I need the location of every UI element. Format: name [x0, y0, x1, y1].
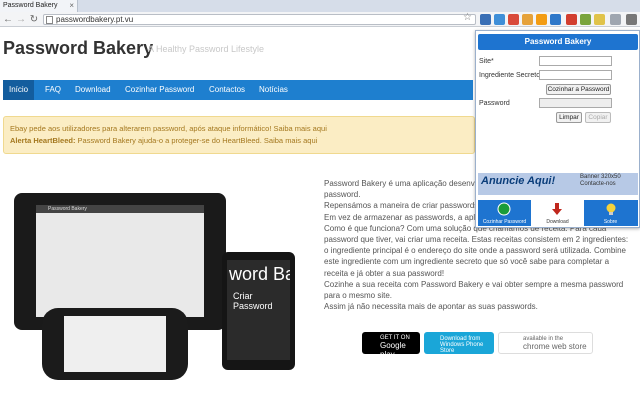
- alert-prefix: Alerta HeartBleed:: [10, 136, 76, 145]
- extension-icon[interactable]: [566, 14, 577, 25]
- windows-phone-store-badge[interactable]: Download from Windows Phone Store: [424, 332, 494, 354]
- nav-item-download[interactable]: Download: [69, 80, 117, 100]
- ad-side-line: Banner 320x50: [580, 174, 621, 180]
- browser-window: Password Bakery × ← → ↻ passwordbakery.p…: [0, 0, 640, 400]
- alert-text: Password Bakery ajuda-o a proteger-se do…: [77, 136, 262, 145]
- password-label: Password: [479, 100, 510, 107]
- address-bar[interactable]: passwordbakery.pt.vu: [43, 14, 476, 25]
- forward-icon[interactable]: →: [15, 13, 27, 26]
- main-navbar: Início FAQ Download Cozinhar Password Co…: [3, 80, 473, 100]
- desc-paragraph: Cozinhe a sua receita com Password Baker…: [324, 279, 624, 301]
- nav-item-inicio[interactable]: Início: [3, 80, 35, 100]
- footer-label: Download: [546, 219, 569, 225]
- extension-icon[interactable]: [580, 14, 591, 25]
- android-phone-image: [42, 308, 188, 380]
- browser-tab[interactable]: Password Bakery ×: [0, 0, 78, 12]
- extension-icon[interactable]: [494, 14, 505, 25]
- google-play-badge[interactable]: GET IT ON Google play: [362, 332, 420, 359]
- footer-label: Cozinhar Password: [482, 219, 527, 225]
- tablet-app-bar: Password Bakery: [36, 205, 204, 213]
- rss-icon[interactable]: [536, 14, 547, 25]
- site-tagline: A Healthy Password Lifestyle: [148, 44, 265, 54]
- alert-line-2: Alerta HeartBleed: Password Bakery ajuda…: [10, 135, 468, 147]
- copy-button[interactable]: Copiar: [585, 112, 611, 123]
- lightbulb-icon: [606, 203, 616, 215]
- alert-line-1: Ebay pede aos utilizadores para alterare…: [10, 123, 468, 135]
- footer-label: Sobre: [603, 219, 618, 225]
- clear-button[interactable]: Limpar: [556, 112, 582, 123]
- tab-bar: Password Bakery ×: [0, 0, 640, 12]
- url-text: passwordbakery.pt.vu: [56, 15, 134, 24]
- badge-text: Windows Phone Store: [440, 342, 484, 354]
- site-input[interactable]: [539, 56, 612, 66]
- page-icon: [46, 16, 53, 24]
- nav-item-noticias[interactable]: Notícias: [253, 80, 294, 100]
- desc-paragraph: Assim já não necessita mais de apontar a…: [324, 302, 538, 312]
- nav-item-cozinhar-password[interactable]: Cozinhar Password: [119, 80, 200, 100]
- secret-input[interactable]: [539, 70, 612, 80]
- extension-icon[interactable]: [508, 14, 519, 25]
- tab-title: Password Bakery: [3, 2, 58, 9]
- reload-icon[interactable]: ↻: [28, 13, 40, 26]
- tablet-screen: Password Bakery: [36, 205, 204, 317]
- secret-label: Ingrediente Secreto*: [479, 72, 543, 79]
- extension-icon[interactable]: [480, 14, 491, 25]
- footer-cozinhar-password[interactable]: Cozinhar Password: [478, 200, 531, 226]
- extension-icon[interactable]: [610, 14, 621, 25]
- phone-app-subtitle: Criar Password: [233, 291, 273, 311]
- back-icon[interactable]: ←: [2, 13, 14, 26]
- cook-password-button[interactable]: Cozinhar a Password: [546, 84, 611, 95]
- phone-screen: [64, 316, 166, 372]
- popup-footer: Cozinhar Password Download Sobre: [478, 200, 638, 226]
- alert-text: Ebay pede aos utilizadores para alterare…: [10, 124, 272, 133]
- menu-icon[interactable]: [626, 14, 637, 25]
- site-title: Password Bakery: [3, 38, 154, 58]
- phone-app-title: word Bake: [229, 264, 290, 284]
- footer-sobre[interactable]: Sobre: [584, 200, 637, 226]
- site-label: Site*: [479, 58, 494, 65]
- news-alert: Ebay pede aos utilizadores para alterare…: [3, 116, 475, 154]
- desc-paragraph: Como é que funciona? Com uma solução que…: [324, 223, 629, 278]
- browser-toolbar: ← → ↻ passwordbakery.pt.vu ☆: [0, 12, 640, 27]
- popup-title: Password Bakery: [478, 34, 638, 50]
- badge-big-text: chrome web store: [523, 342, 587, 351]
- extension-icon[interactable]: [594, 14, 605, 25]
- alert-link[interactable]: Saiba mais aqui: [274, 124, 327, 133]
- nav-item-faq[interactable]: FAQ: [39, 80, 67, 100]
- ad-main-text: Anuncie Aqui!: [481, 175, 556, 187]
- ad-side-text: Banner 320x50 Contacte-nos: [580, 174, 621, 188]
- windows-phone-image: word Bake Criar Password: [222, 252, 295, 370]
- tab-close-icon[interactable]: ×: [69, 1, 74, 10]
- extension-popup: Password Bakery Site* Ingrediente Secret…: [475, 30, 640, 228]
- nav-item-contactos[interactable]: Contactos: [203, 80, 251, 100]
- badge-big-text: Google play: [380, 341, 406, 359]
- alert-link[interactable]: Saiba mais aqui: [264, 136, 317, 145]
- chrome-web-store-badge[interactable]: available in the chrome web store: [498, 332, 593, 354]
- extension-icon[interactable]: [522, 14, 533, 25]
- footer-download[interactable]: Download: [531, 200, 584, 226]
- bookmark-star-icon[interactable]: ☆: [463, 12, 472, 23]
- extension-icon[interactable]: [550, 14, 561, 25]
- ad-side-line: Contacte-nos: [580, 181, 616, 187]
- phone-screen: word Bake Criar Password: [227, 260, 290, 360]
- ad-banner[interactable]: Anuncie Aqui! Banner 320x50 Contacte-nos: [478, 173, 638, 195]
- download-arrow-icon: [552, 203, 562, 215]
- password-output[interactable]: [539, 98, 612, 108]
- cookie-icon: [497, 202, 511, 216]
